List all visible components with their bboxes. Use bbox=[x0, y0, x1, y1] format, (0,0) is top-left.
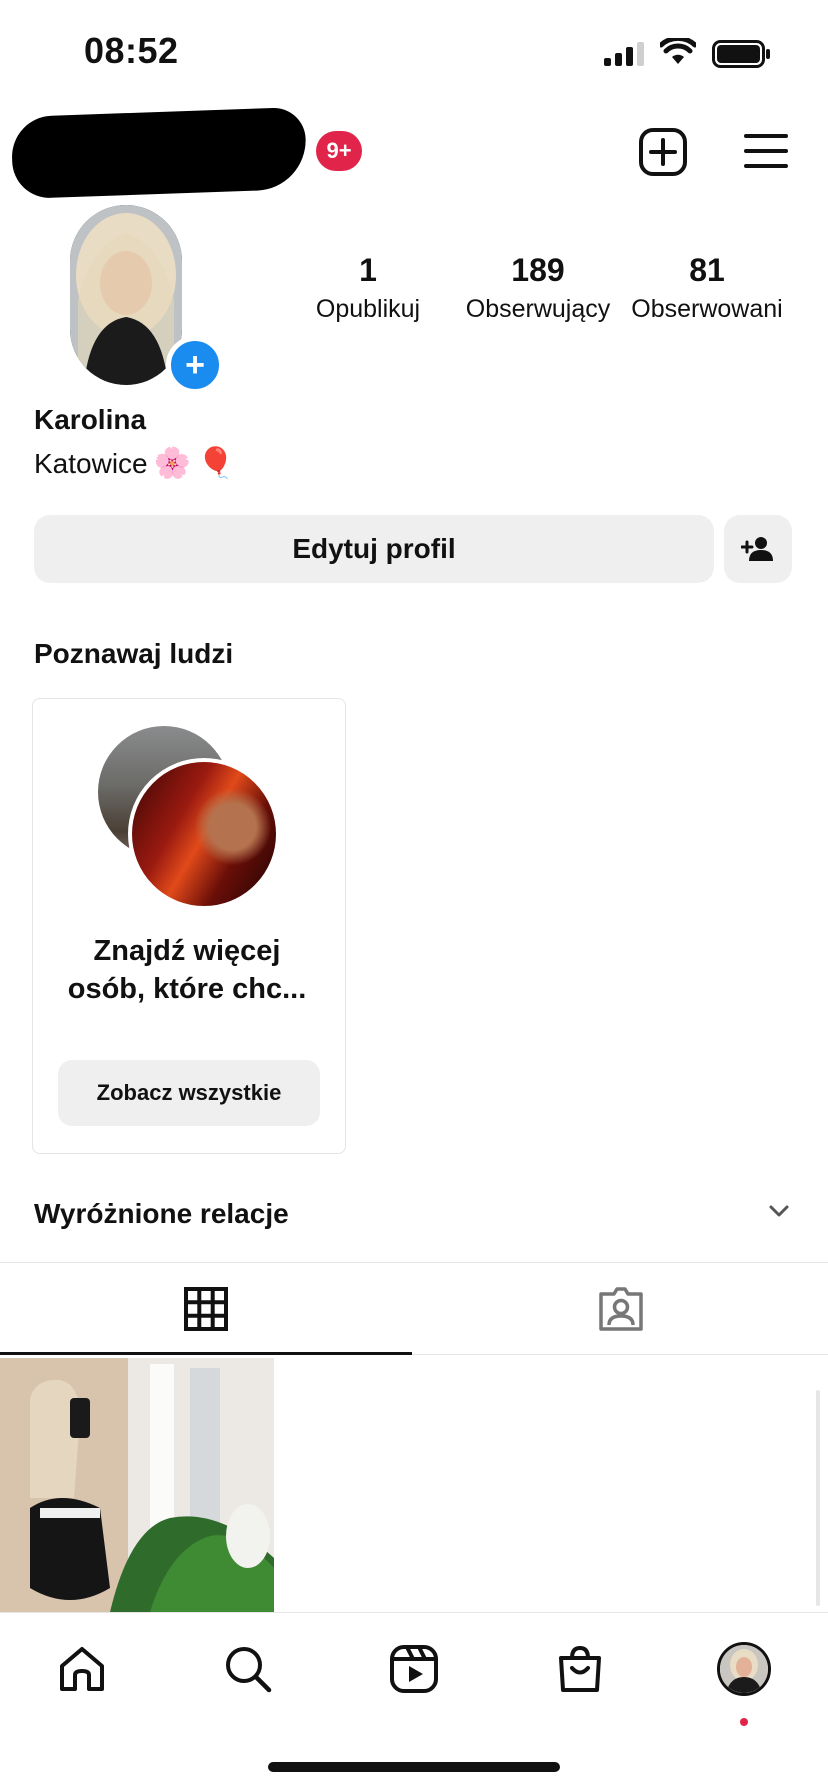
tagged-user-icon bbox=[599, 1287, 643, 1331]
divider bbox=[412, 1354, 828, 1355]
nav-profile[interactable] bbox=[702, 1636, 786, 1702]
edit-profile-button[interactable]: Edytuj profil bbox=[34, 515, 714, 583]
nav-shop[interactable] bbox=[538, 1636, 622, 1702]
grid-icon bbox=[184, 1287, 228, 1331]
nav-profile-avatar bbox=[717, 1642, 771, 1696]
nav-reels[interactable] bbox=[372, 1636, 456, 1702]
followers-count: 189 bbox=[511, 252, 565, 288]
highlights-title[interactable]: Wyróżnione relacje bbox=[34, 1198, 289, 1230]
divider bbox=[0, 1262, 828, 1263]
hamburger-menu-icon[interactable] bbox=[744, 133, 788, 169]
plus-square-icon[interactable] bbox=[638, 127, 688, 177]
profile-bio: Katowice 🌸 🎈 bbox=[34, 446, 234, 481]
following-label: Obserwowani bbox=[631, 295, 783, 323]
shop-icon bbox=[559, 1645, 601, 1692]
suggestion-avatar bbox=[128, 758, 280, 910]
posts-stat[interactable]: 1 Opublikuj bbox=[296, 252, 440, 324]
profile-name: Karolina bbox=[34, 404, 147, 435]
battery-icon bbox=[712, 40, 770, 68]
profile-avatar[interactable] bbox=[70, 205, 182, 385]
suggestion-card-text: Znajdź więcej osób, które chc... bbox=[67, 935, 307, 1005]
posts-count: 1 bbox=[359, 252, 377, 288]
flower-emoji: 🌸 bbox=[153, 447, 191, 480]
see-all-button[interactable]: Zobacz wszystkie bbox=[58, 1060, 320, 1126]
scrollbar[interactable] bbox=[816, 1390, 820, 1606]
discover-people-button[interactable] bbox=[724, 515, 792, 583]
tab-posts-grid[interactable] bbox=[0, 1264, 412, 1354]
activity-dot bbox=[740, 1718, 748, 1726]
balloon-emoji: 🎈 bbox=[196, 447, 235, 480]
post-image bbox=[0, 1358, 274, 1612]
profile-photo bbox=[70, 205, 182, 385]
wifi-icon bbox=[660, 38, 696, 64]
active-tab-indicator bbox=[0, 1352, 412, 1355]
reels-icon bbox=[390, 1645, 438, 1693]
following-stat[interactable]: 81 Obserwowani bbox=[626, 252, 788, 324]
status-time: 08:52 bbox=[84, 30, 179, 71]
nav-search[interactable] bbox=[206, 1636, 290, 1702]
bio-text: Katowice bbox=[34, 447, 148, 479]
nav-home[interactable] bbox=[40, 1636, 124, 1702]
home-icon bbox=[60, 1647, 104, 1691]
suggestions-title: Poznawaj ludzi bbox=[34, 638, 234, 669]
notification-badge[interactable]: 9+ bbox=[316, 131, 362, 171]
followers-label: Obserwujący bbox=[465, 295, 611, 323]
followers-stat[interactable]: 189 Obserwujący bbox=[460, 252, 616, 324]
chevron-down-icon[interactable] bbox=[768, 1204, 790, 1218]
add-story-button[interactable]: + bbox=[166, 336, 224, 394]
cellular-signal-icon bbox=[604, 42, 644, 66]
home-indicator[interactable] bbox=[268, 1762, 560, 1772]
redacted-username bbox=[10, 106, 308, 200]
following-count: 81 bbox=[689, 252, 725, 288]
add-person-icon bbox=[741, 537, 773, 561]
post-thumbnail[interactable] bbox=[0, 1358, 274, 1612]
posts-label: Opublikuj bbox=[315, 295, 421, 323]
search-icon bbox=[226, 1647, 272, 1693]
tab-tagged[interactable] bbox=[414, 1264, 828, 1354]
divider bbox=[0, 1612, 828, 1613]
